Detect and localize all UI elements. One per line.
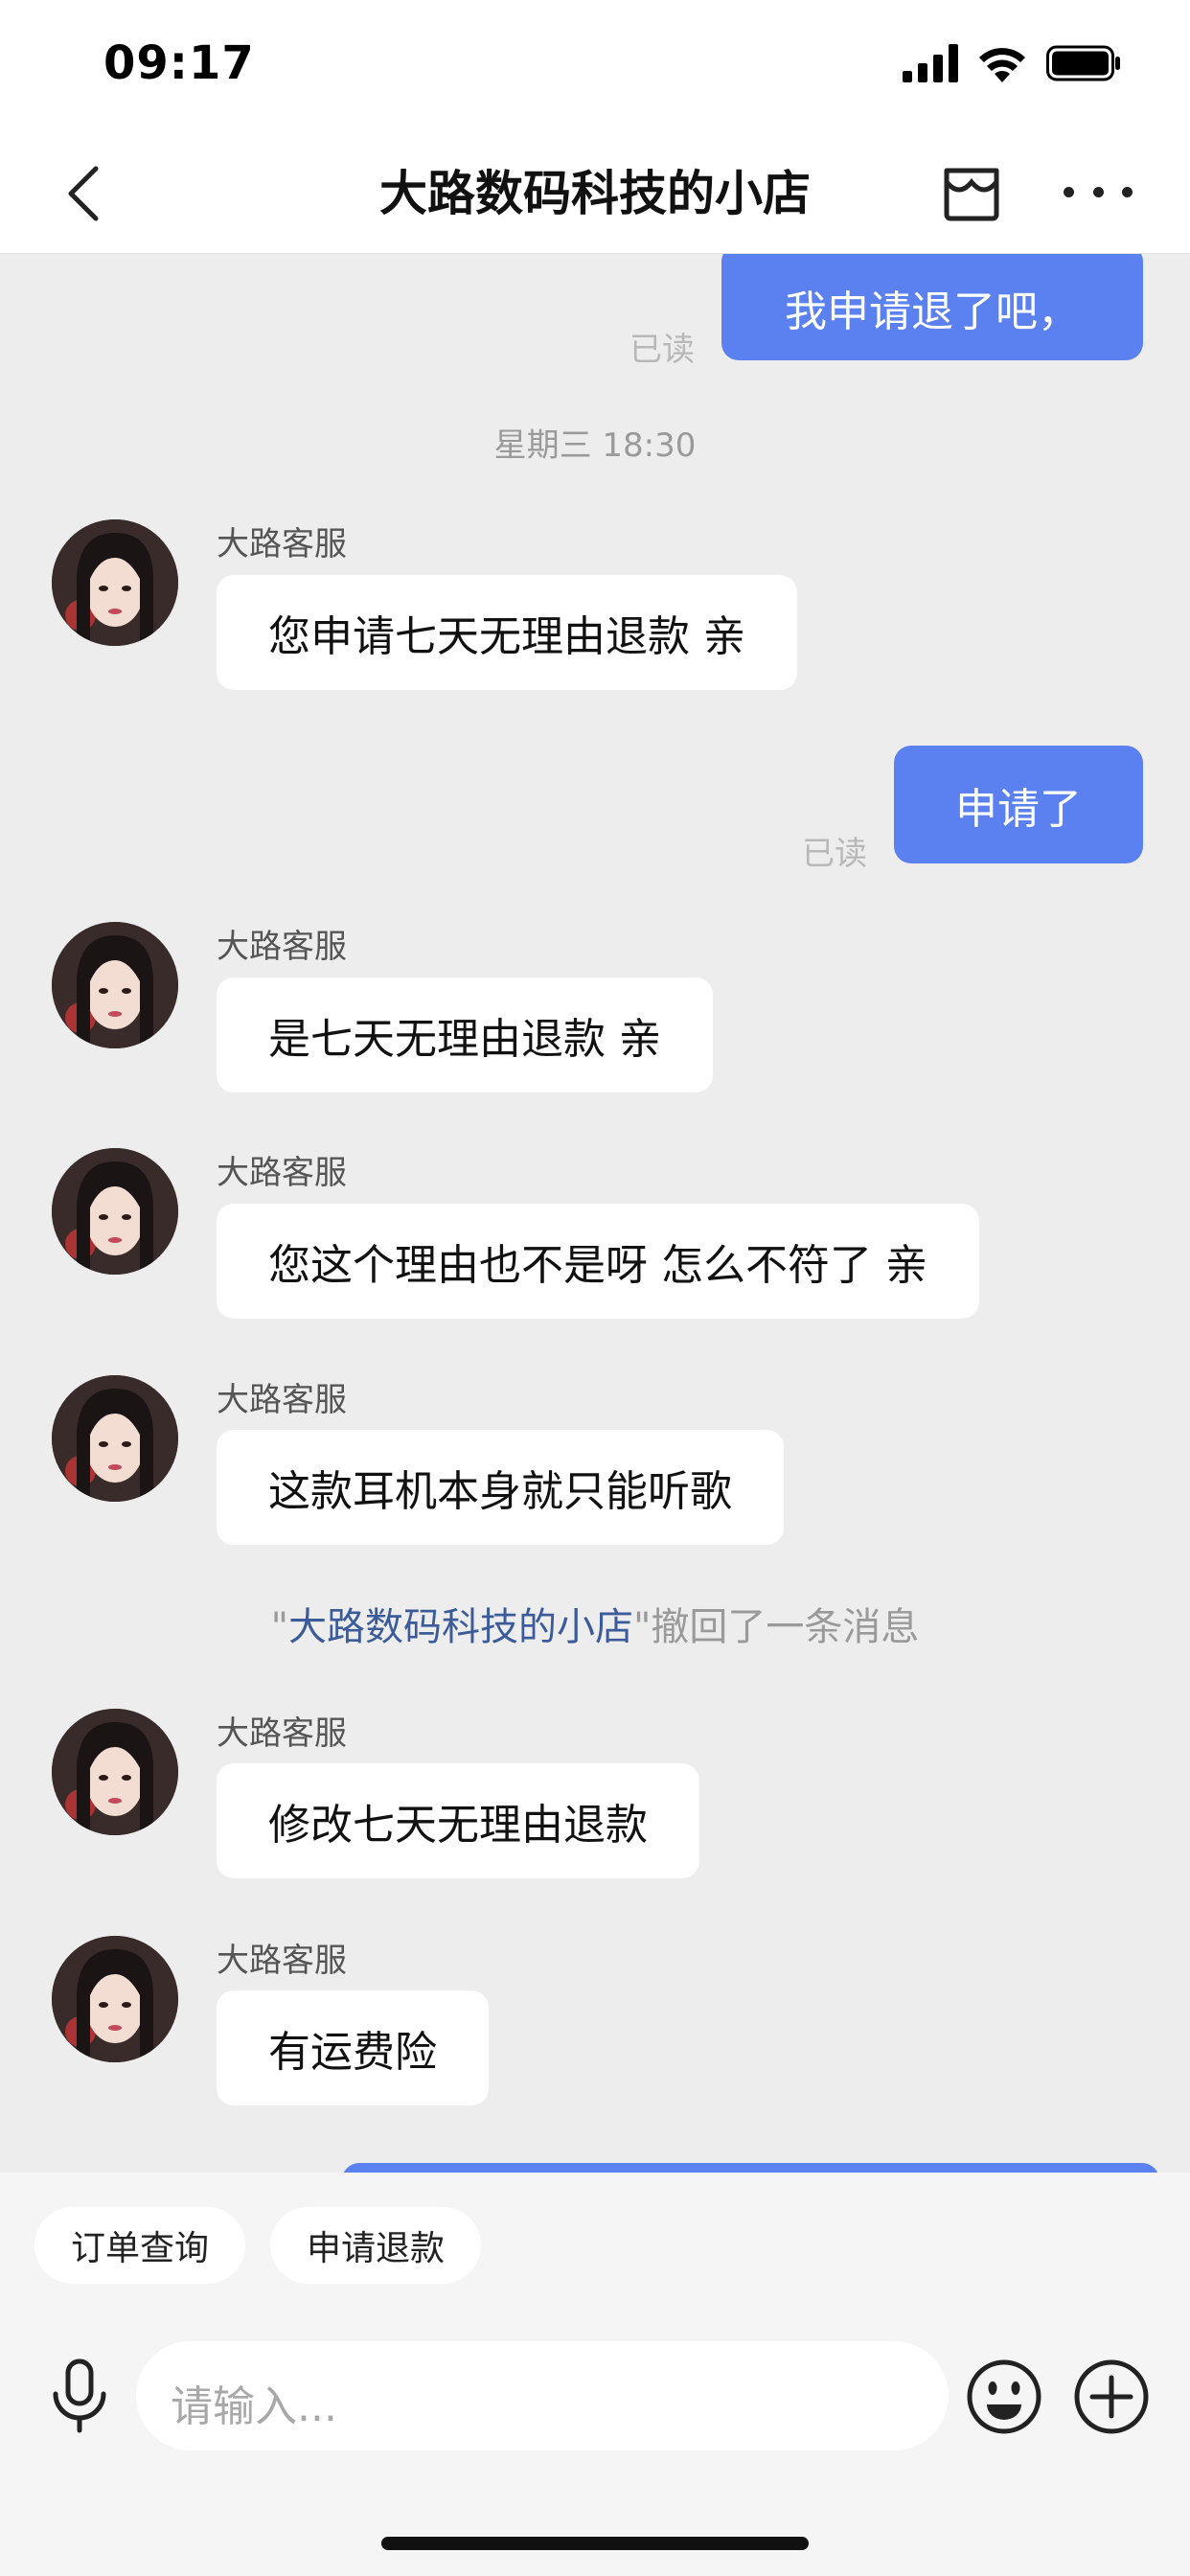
status-icons	[903, 42, 1123, 84]
quick-actions-bar: 订单查询 申请退款	[0, 2173, 1190, 2307]
home-indicator	[381, 2537, 809, 2550]
sender-name: 大路客服	[217, 525, 347, 564]
shop-name-link[interactable]: 大路数码科技的小店	[288, 1605, 633, 1649]
emoji-icon[interactable]	[966, 2358, 1042, 2435]
battery-icon	[1046, 45, 1120, 81]
incoming-message-text: 是七天无理由退款 亲	[268, 1015, 661, 1064]
avatar[interactable]	[52, 1375, 178, 1502]
chat-area[interactable]: 我申请退了吧， 已读 星期三 18:30 大路客服 您申请七天无理由退款 亲 申…	[0, 254, 1190, 2173]
message-input[interactable]: 请输入...	[136, 2341, 949, 2450]
outgoing-message-text: 我申请退了吧，	[785, 287, 1080, 336]
more-icon[interactable]	[1064, 157, 1133, 226]
incoming-message-text: 修改七天无理由退款	[268, 1801, 648, 1850]
sender-name: 大路客服	[217, 1714, 347, 1753]
incoming-message[interactable]: 您这个理由也不是呀 怎么不符了 亲	[217, 1204, 979, 1319]
incoming-message-text: 有运费险	[268, 2028, 437, 2077]
message-input-placeholder: 请输入...	[171, 2382, 337, 2431]
read-receipt: 已读	[629, 331, 695, 369]
wifi-icon	[979, 48, 1025, 82]
order-query-button[interactable]: 订单查询	[34, 2207, 246, 2284]
microphone-icon[interactable]	[46, 2358, 113, 2434]
incoming-message-text: 您这个理由也不是呀 怎么不符了 亲	[268, 1241, 927, 1290]
avatar[interactable]	[52, 1709, 178, 1835]
read-receipt: 已读	[802, 835, 867, 873]
avatar[interactable]	[52, 1148, 178, 1275]
incoming-message-text: 您申请七天无理由退款 亲	[268, 612, 745, 661]
input-bar: 请输入...	[0, 2307, 1190, 2576]
plus-icon[interactable]	[1073, 2358, 1150, 2435]
store-icon[interactable]	[937, 157, 1006, 226]
chat-timestamp: 星期三 18:30	[493, 426, 697, 465]
outgoing-message-partial[interactable]	[342, 2163, 1159, 2173]
incoming-message[interactable]: 您申请七天无理由退款 亲	[217, 575, 797, 690]
status-time: 09:17	[103, 36, 255, 90]
signal-icon	[903, 44, 958, 82]
apply-refund-button[interactable]: 申请退款	[270, 2207, 482, 2284]
recall-notice: "大路数码科技的小店"撤回了一条消息	[270, 1605, 920, 1649]
nav-bar: 大路数码科技的小店	[0, 134, 1190, 254]
page-title: 大路数码科技的小店	[379, 166, 811, 221]
sender-name: 大路客服	[217, 1154, 347, 1192]
incoming-message[interactable]: 是七天无理由退款 亲	[217, 978, 713, 1092]
incoming-message[interactable]: 这款耳机本身就只能听歌	[217, 1430, 784, 1545]
incoming-message[interactable]: 有运费险	[217, 1990, 489, 2105]
avatar[interactable]	[52, 519, 178, 646]
sender-name: 大路客服	[217, 1381, 347, 1419]
incoming-message[interactable]: 修改七天无理由退款	[217, 1763, 699, 1878]
outgoing-message-text: 申请了	[955, 784, 1082, 834]
sender-name: 大路客服	[217, 928, 347, 966]
outgoing-message[interactable]: 申请了	[894, 746, 1143, 863]
outgoing-message[interactable]: 我申请退了吧，	[721, 254, 1143, 360]
incoming-message-text: 这款耳机本身就只能听歌	[268, 1467, 732, 1516]
sender-name: 大路客服	[217, 1942, 347, 1980]
status-bar: 09:17	[0, 0, 1190, 134]
avatar[interactable]	[52, 922, 178, 1048]
avatar[interactable]	[52, 1936, 178, 2062]
